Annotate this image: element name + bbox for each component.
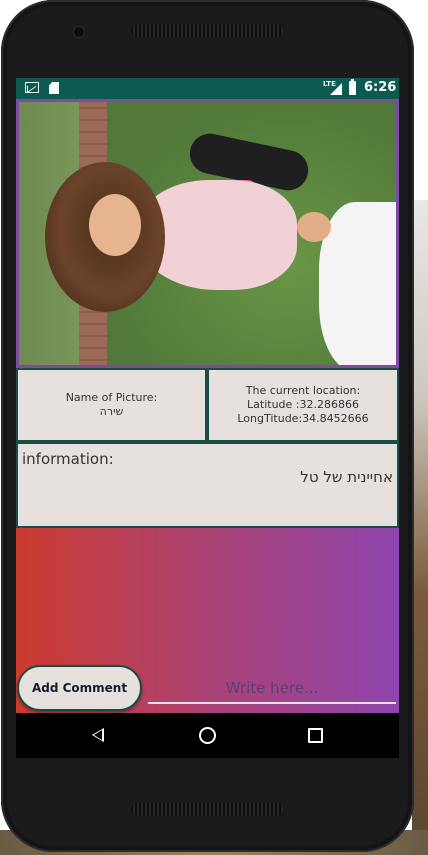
earpiece-speaker	[131, 24, 283, 37]
app-content: Name of Picture: שירה The current locati…	[16, 99, 399, 713]
bottom-speaker	[131, 803, 283, 816]
front-camera	[73, 26, 85, 38]
information-value: אחיינית של טל	[300, 468, 393, 486]
status-clock: 6:26	[364, 80, 397, 95]
photo-face	[89, 194, 141, 256]
picture-name-box: Name of Picture: שירה	[16, 368, 207, 442]
information-box: information: אחיינית של טל	[16, 442, 399, 528]
photo-hand	[297, 212, 331, 242]
back-icon[interactable]	[92, 728, 104, 742]
screen: LTE 6:26 Name of Picture: שירה The curre…	[16, 78, 399, 758]
longitude-value: LongTitude:34.8452666	[237, 412, 369, 425]
status-bar: LTE 6:26	[16, 78, 399, 99]
picture-name-content: Name of Picture: שירה	[18, 391, 205, 419]
information-label: information:	[22, 450, 114, 468]
navigation-bar	[16, 713, 399, 758]
picture-view	[16, 99, 399, 368]
lte-label: LTE	[323, 80, 336, 88]
battery-icon	[349, 79, 356, 95]
home-icon[interactable]	[199, 727, 216, 744]
location-box: The current location: Latitude :32.28686…	[207, 368, 399, 442]
gmail-icon	[25, 82, 39, 93]
sd-card-icon	[49, 82, 59, 94]
picture-name-label: Name of Picture:	[65, 391, 158, 404]
comment-input[interactable]	[148, 674, 396, 704]
location-content: The current location: Latitude :32.28686…	[209, 384, 397, 426]
add-comment-button[interactable]: Add Comment	[17, 665, 142, 711]
background-scenery	[412, 200, 428, 855]
latitude-value: Latitude :32.286866	[247, 398, 359, 411]
phone-frame: LTE 6:26 Name of Picture: שירה The curre…	[1, 0, 414, 852]
photo-white-object	[319, 202, 396, 365]
location-label: The current location:	[245, 384, 361, 397]
recents-icon[interactable]	[308, 728, 323, 743]
picture-name-value: שירה	[99, 405, 124, 418]
